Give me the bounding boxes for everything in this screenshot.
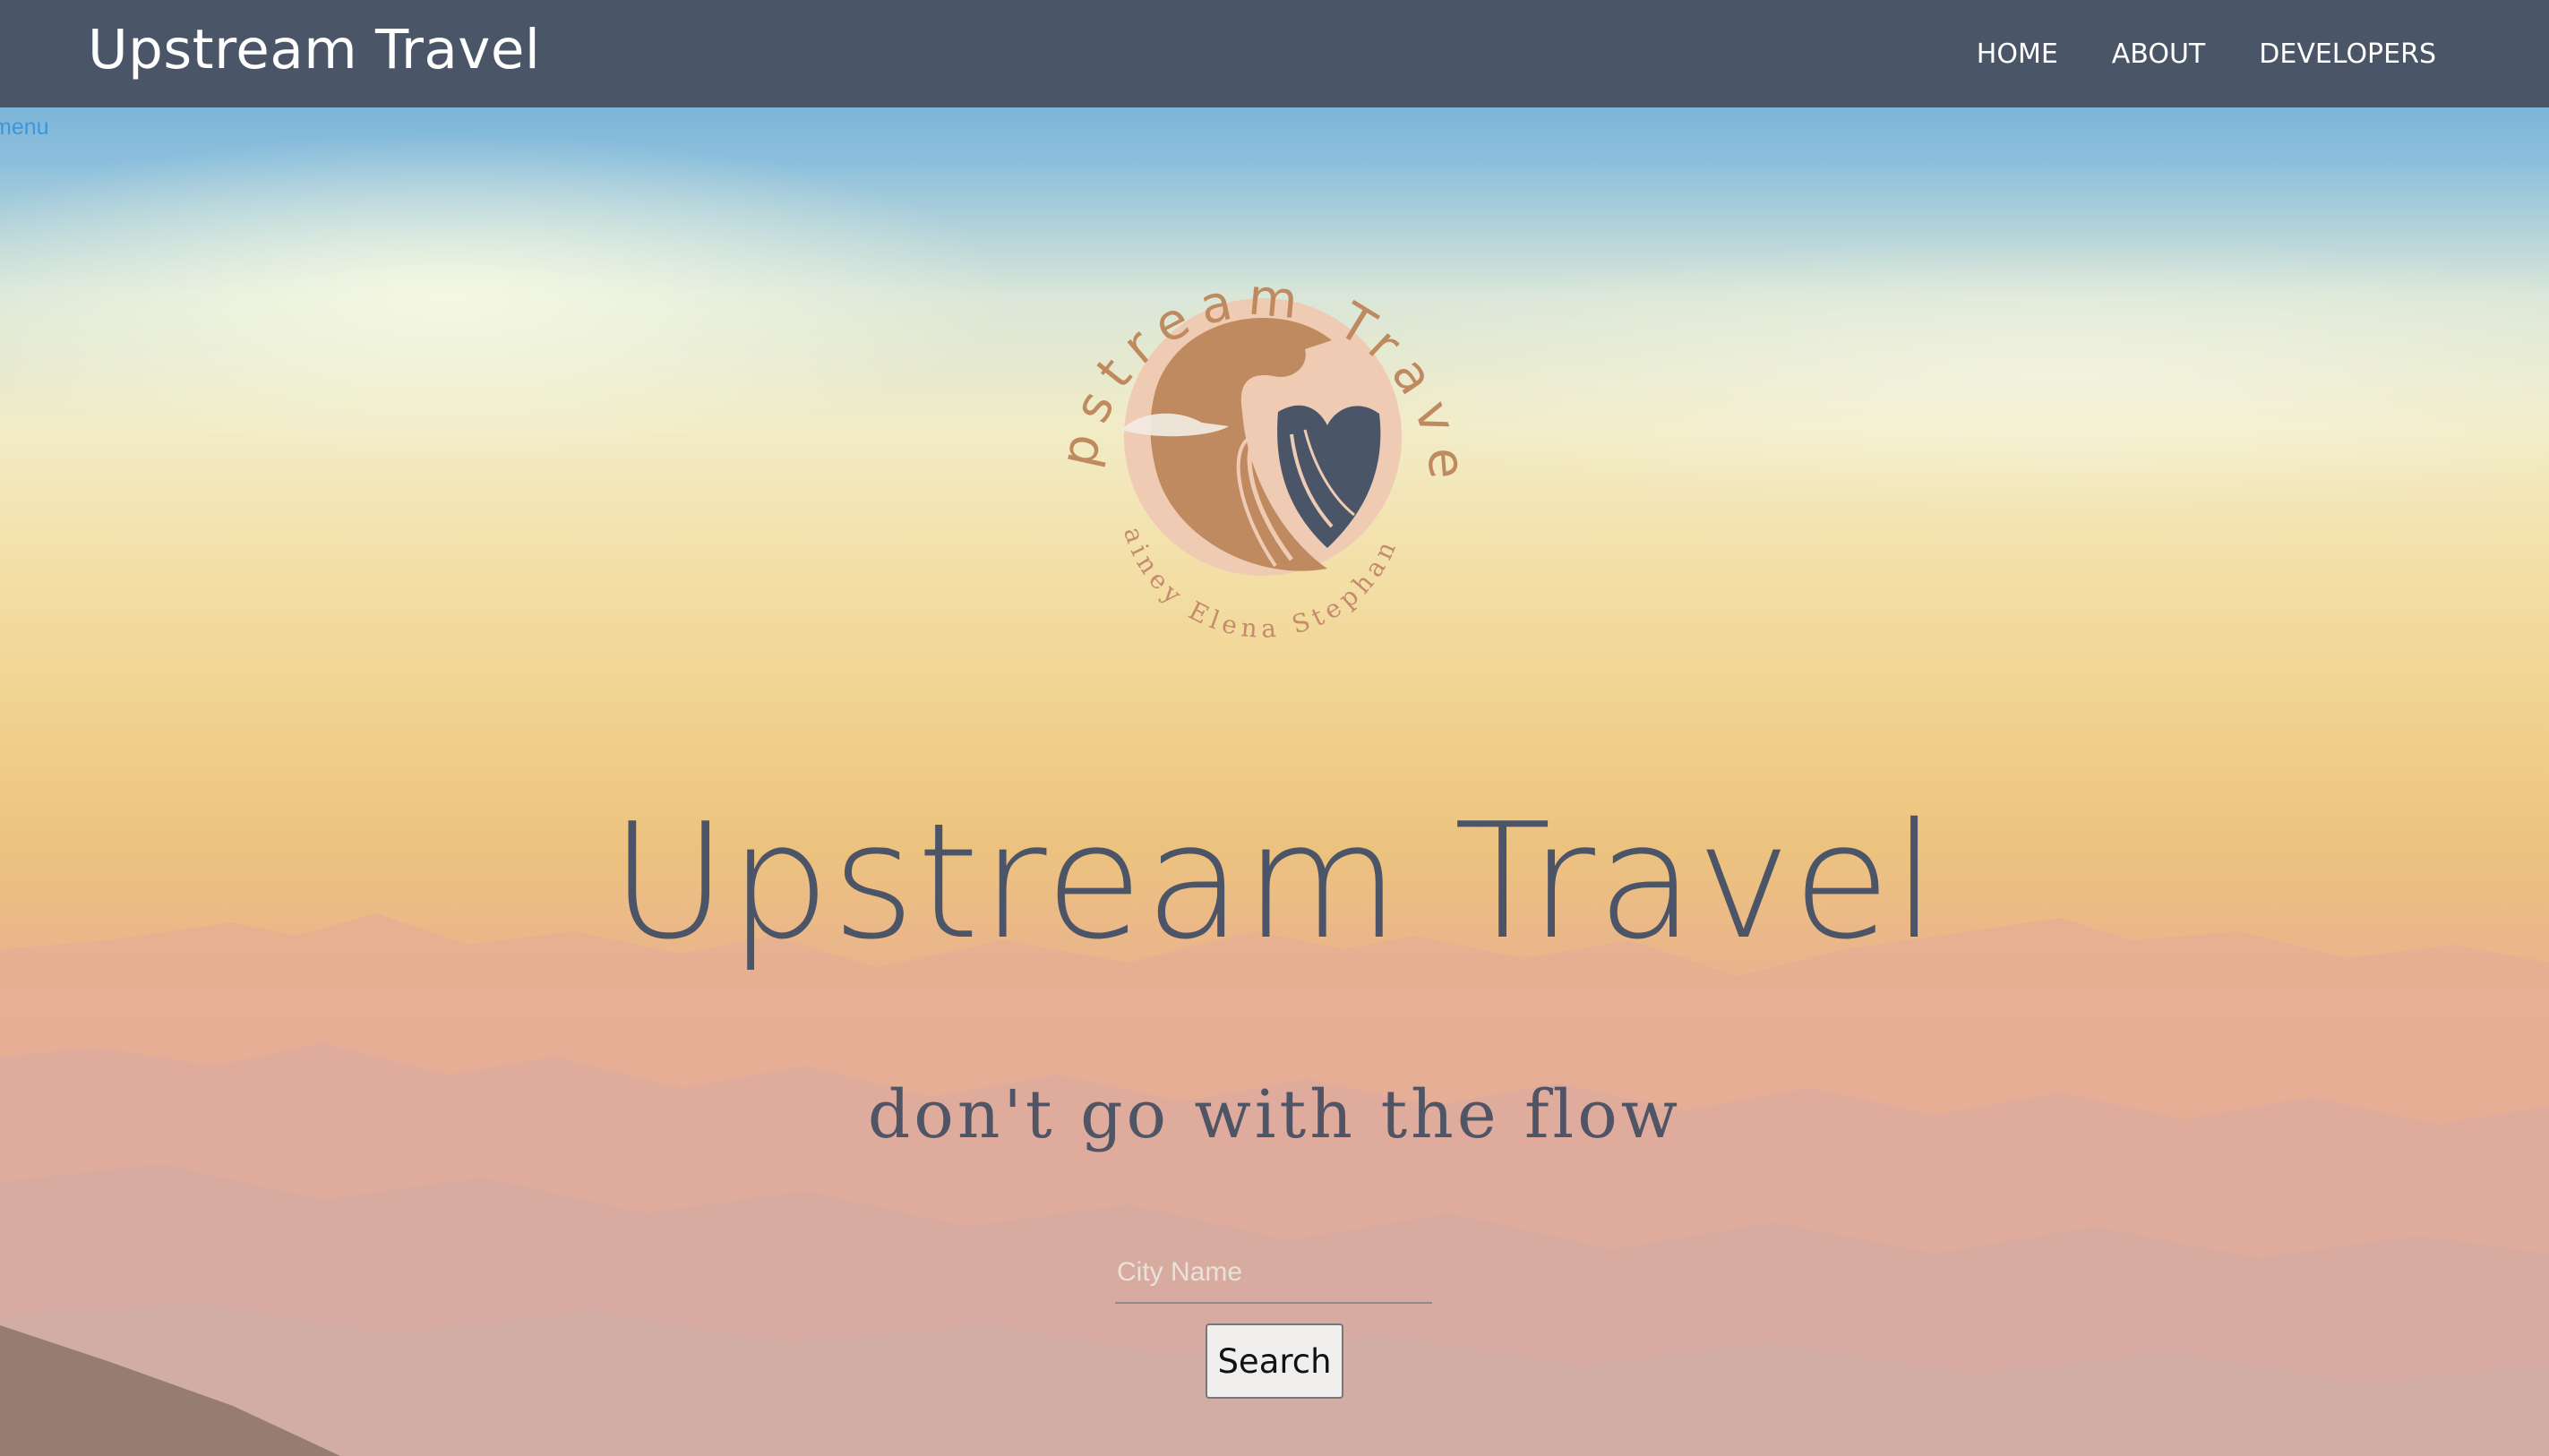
nav-link-home[interactable]: HOME (1977, 39, 2058, 70)
brand-title[interactable]: Upstream Travel (88, 16, 540, 84)
city-name-input[interactable] (1115, 1243, 1432, 1304)
hero-title: Upstream Travel (610, 789, 1939, 974)
menu-link[interactable]: menu (0, 115, 49, 141)
nav-links: HOME ABOUT DEVELOPERS (1923, 0, 2436, 107)
upstream-travel-logo: Upstream Travel Lainey Elena Stephanie (1023, 215, 1464, 644)
nav-link-developers[interactable]: DEVELOPERS (2259, 39, 2436, 70)
hero-tagline: don't go with the flow (867, 1076, 1682, 1153)
nav-link-about[interactable]: ABOUT (2112, 39, 2205, 70)
top-navbar: Upstream Travel HOME ABOUT DEVELOPERS (0, 0, 2549, 107)
search-button[interactable]: Search (1206, 1323, 1343, 1399)
